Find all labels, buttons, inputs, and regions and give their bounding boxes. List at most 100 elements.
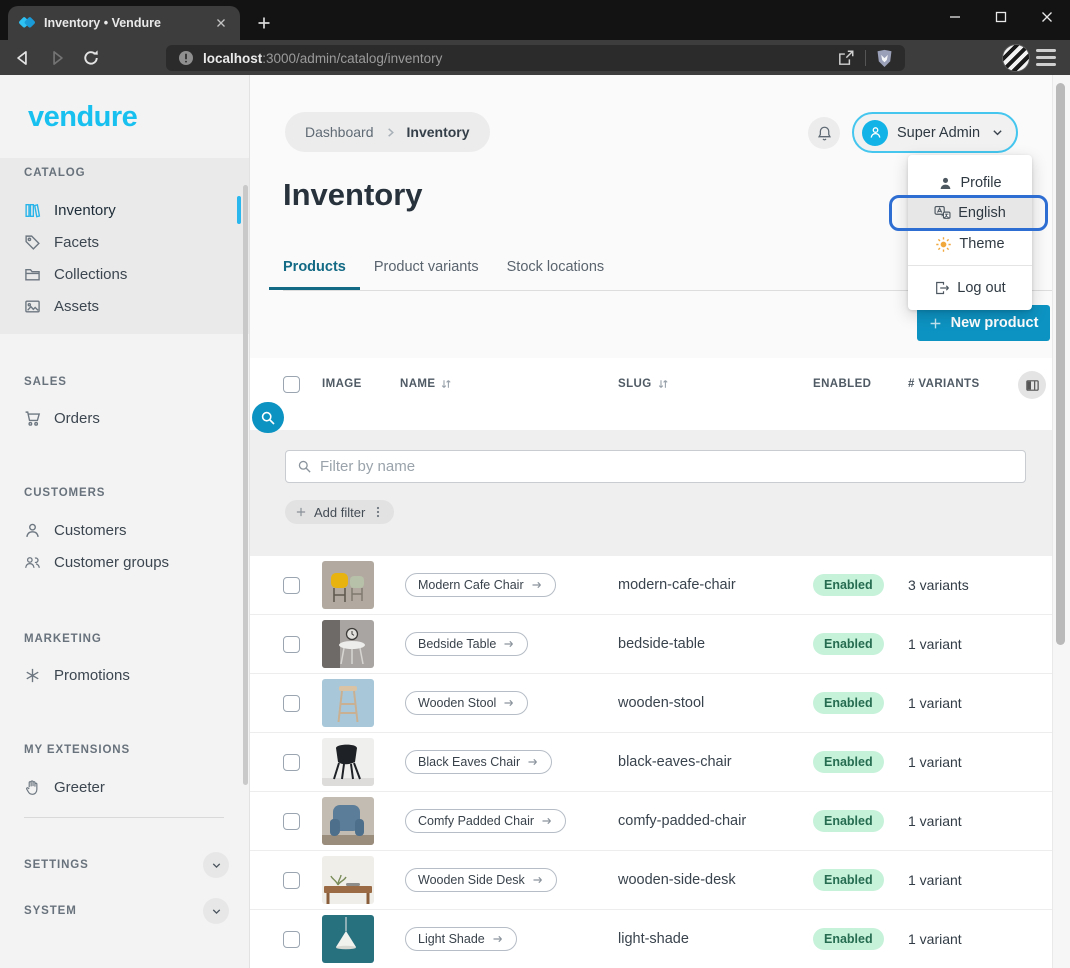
sidebar-item-collections[interactable]: Collections bbox=[0, 258, 249, 290]
cart-icon bbox=[24, 410, 41, 427]
toolbar-divider bbox=[865, 50, 866, 66]
site-info-icon[interactable] bbox=[178, 50, 194, 66]
settings-label: SETTINGS bbox=[24, 859, 203, 871]
browser-menu-icon[interactable] bbox=[1036, 49, 1056, 66]
column-header-name[interactable]: NAME bbox=[400, 378, 452, 390]
tab-close-icon[interactable] bbox=[212, 14, 230, 32]
table-row: Bedside Table bedside-table Enabled 1 va… bbox=[250, 615, 1052, 674]
sidebar-item-customers[interactable]: Customers bbox=[0, 514, 249, 546]
tab-products[interactable]: Products bbox=[269, 259, 360, 290]
notifications-button[interactable] bbox=[808, 117, 840, 149]
sidebar-scrollbar[interactable] bbox=[243, 185, 248, 785]
back-icon[interactable] bbox=[14, 49, 32, 67]
row-checkbox[interactable] bbox=[283, 931, 300, 948]
kebab-menu-icon[interactable] bbox=[372, 505, 384, 519]
arrow-right-icon bbox=[503, 698, 515, 708]
url-bar[interactable]: localhost:3000/admin/catalog/inventory bbox=[166, 45, 905, 71]
menu-item-profile[interactable]: Profile bbox=[908, 168, 1032, 198]
variant-count: 1 variant bbox=[908, 813, 962, 829]
minimize-button[interactable] bbox=[932, 0, 978, 34]
new-product-button[interactable]: New product bbox=[917, 305, 1050, 341]
sidebar-item-orders[interactable]: Orders bbox=[0, 402, 249, 434]
vendure-logo[interactable]: vendure bbox=[28, 101, 137, 134]
sort-icon[interactable] bbox=[657, 378, 669, 390]
add-filter-button[interactable]: Add filter bbox=[285, 500, 394, 524]
row-checkbox[interactable] bbox=[283, 754, 300, 771]
product-table: Modern Cafe Chair modern-cafe-chair Enab… bbox=[250, 556, 1052, 968]
row-checkbox[interactable] bbox=[283, 577, 300, 594]
column-header-variants: # VARIANTS bbox=[908, 378, 980, 390]
row-checkbox[interactable] bbox=[283, 636, 300, 653]
product-name-link[interactable]: Black Eaves Chair bbox=[405, 750, 552, 774]
row-checkbox[interactable] bbox=[283, 813, 300, 830]
sidebar-item-inventory[interactable]: Inventory bbox=[0, 194, 249, 226]
forward-icon[interactable] bbox=[48, 49, 66, 67]
menu-item-theme[interactable]: Theme bbox=[908, 229, 1032, 259]
reload-icon[interactable] bbox=[82, 49, 100, 67]
product-name-link[interactable]: Modern Cafe Chair bbox=[405, 573, 556, 597]
profile-icon bbox=[938, 176, 953, 191]
browser-profile-avatar[interactable] bbox=[1002, 44, 1030, 72]
search-toggle-button[interactable] bbox=[252, 402, 284, 433]
sidebar-item-greeter[interactable]: Greeter bbox=[0, 771, 249, 803]
sidebar-item-promotions[interactable]: Promotions bbox=[0, 659, 249, 691]
sidebar-section-system[interactable]: SYSTEM bbox=[0, 895, 249, 927]
sidebar-item-assets[interactable]: Assets bbox=[0, 290, 249, 322]
status-badge: Enabled bbox=[813, 574, 884, 596]
column-header-image: IMAGE bbox=[322, 378, 362, 390]
row-checkbox[interactable] bbox=[283, 695, 300, 712]
maximize-button[interactable] bbox=[978, 0, 1024, 34]
product-name-link[interactable]: Comfy Padded Chair bbox=[405, 809, 566, 833]
browser-tab[interactable]: Inventory • Vendure bbox=[8, 6, 240, 40]
vendure-favicon-icon bbox=[18, 15, 36, 31]
product-name-link[interactable]: Wooden Side Desk bbox=[405, 868, 557, 892]
variant-count: 1 variant bbox=[908, 872, 962, 888]
tab-product-variants[interactable]: Product variants bbox=[360, 259, 493, 290]
translate-icon bbox=[934, 205, 951, 222]
column-header-slug[interactable]: SLUG bbox=[618, 378, 669, 390]
breadcrumb-dashboard[interactable]: Dashboard bbox=[305, 124, 374, 140]
sort-icon[interactable] bbox=[440, 378, 452, 390]
sidebar: vendure CATALOG Inventory Facets Collect… bbox=[0, 75, 250, 968]
menu-item-language[interactable]: English bbox=[908, 198, 1032, 228]
sidebar-item-label: Assets bbox=[54, 298, 99, 315]
select-all-checkbox[interactable] bbox=[283, 376, 300, 393]
sidebar-item-facets[interactable]: Facets bbox=[0, 226, 249, 258]
add-filter-label: Add filter bbox=[314, 505, 365, 520]
sidebar-section-settings[interactable]: SETTINGS bbox=[0, 849, 249, 881]
product-slug: comfy-padded-chair bbox=[618, 813, 813, 829]
product-name: Bedside Table bbox=[418, 637, 496, 651]
tab-stock-locations[interactable]: Stock locations bbox=[493, 259, 619, 290]
sidebar-section-catalog: CATALOG bbox=[24, 167, 85, 179]
filter-search-field[interactable] bbox=[285, 450, 1026, 483]
vendure-admin-app: vendure CATALOG Inventory Facets Collect… bbox=[0, 75, 1070, 968]
column-settings-button[interactable] bbox=[1018, 371, 1046, 399]
chevron-down-icon[interactable] bbox=[203, 898, 229, 924]
filter-search-input[interactable] bbox=[320, 458, 1014, 475]
close-button[interactable] bbox=[1024, 0, 1070, 34]
menu-item-logout[interactable]: Log out bbox=[908, 273, 1032, 303]
product-name: Wooden Side Desk bbox=[418, 873, 525, 887]
brave-shield-icon[interactable] bbox=[876, 49, 893, 68]
variant-count: 1 variant bbox=[908, 695, 962, 711]
product-thumbnail bbox=[322, 797, 374, 845]
share-icon[interactable] bbox=[837, 49, 855, 67]
row-checkbox[interactable] bbox=[283, 872, 300, 889]
sidebar-item-label: Facets bbox=[54, 234, 99, 251]
table-row: Light Shade light-shade Enabled 1 varian… bbox=[250, 910, 1052, 968]
url-host: localhost bbox=[203, 51, 262, 66]
product-name-link[interactable]: Light Shade bbox=[405, 927, 517, 951]
page-scrollbar-thumb[interactable] bbox=[1056, 83, 1065, 645]
product-slug: light-shade bbox=[618, 931, 813, 947]
product-thumbnail bbox=[322, 856, 374, 904]
sidebar-item-label: Greeter bbox=[54, 779, 105, 796]
chevron-down-icon[interactable] bbox=[203, 852, 229, 878]
sidebar-divider bbox=[24, 817, 224, 818]
user-menu-button[interactable]: Super Admin bbox=[852, 112, 1018, 153]
sidebar-item-customer-groups[interactable]: Customer groups bbox=[0, 546, 249, 578]
user-icon bbox=[24, 522, 41, 539]
product-name-link[interactable]: Wooden Stool bbox=[405, 691, 528, 715]
logout-icon bbox=[934, 280, 950, 296]
product-name-link[interactable]: Bedside Table bbox=[405, 632, 528, 656]
new-tab-button[interactable] bbox=[252, 11, 276, 35]
